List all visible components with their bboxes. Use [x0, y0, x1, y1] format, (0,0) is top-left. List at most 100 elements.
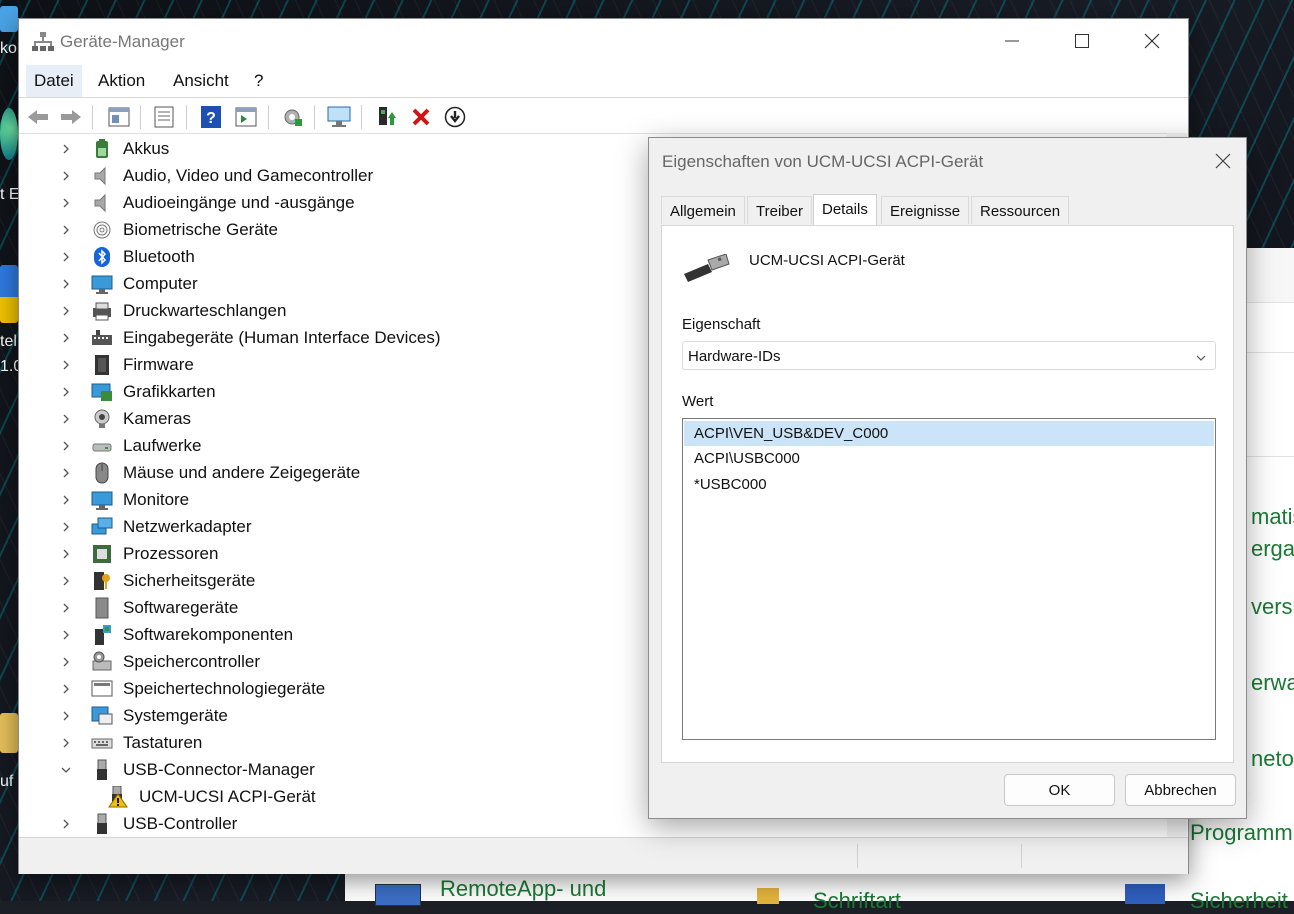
chevron-right-icon[interactable] [59, 601, 73, 615]
chevron-right-icon[interactable] [59, 547, 73, 561]
menu-aktion[interactable]: Aktion [90, 65, 153, 97]
chevron-down-icon[interactable] [59, 763, 73, 777]
tree-category-item[interactable]: Laufwerke [19, 432, 201, 459]
chevron-right-icon[interactable] [59, 817, 73, 831]
control-panel-link[interactable]: netop [1251, 746, 1294, 772]
control-panel-link[interactable]: matis [1251, 504, 1294, 530]
tree-category-item[interactable]: Grafikkarten [19, 378, 216, 405]
control-panel-link[interactable]: RemoteApp- und [440, 876, 606, 902]
edge-icon[interactable] [0, 108, 18, 160]
control-panel-link[interactable]: Schriftart [813, 888, 901, 914]
value-list-item[interactable]: ACPI\USBC000 [684, 446, 1214, 471]
disable-device-icon[interactable] [443, 105, 467, 129]
tree-category-item[interactable]: Audioeingänge und -ausgänge [19, 189, 355, 216]
cancel-button[interactable]: Abbrechen [1125, 774, 1236, 806]
chevron-right-icon[interactable] [59, 655, 73, 669]
control-panel-link[interactable]: erga [1251, 536, 1294, 562]
tab-ereignisse[interactable]: Ereignisse [881, 196, 970, 224]
tab-allgemein[interactable]: Allgemein [661, 196, 745, 224]
control-panel-link[interactable]: Sicherheit [1190, 888, 1288, 914]
installer-icon[interactable] [0, 265, 18, 323]
tree-category-item[interactable]: Speichercontroller [19, 648, 260, 675]
tab-details[interactable]: Details [813, 194, 877, 225]
update-driver-icon[interactable] [280, 105, 304, 129]
chevron-right-icon[interactable] [59, 628, 73, 642]
scan-hardware-icon[interactable] [327, 105, 351, 129]
tree-category-item[interactable]: Tastaturen [19, 729, 202, 756]
security-flag-icon [1125, 884, 1165, 904]
tree-category-item[interactable]: Kameras [19, 405, 191, 432]
tree-category-item[interactable]: USB-Controller [19, 810, 237, 837]
forward-arrow-icon[interactable] [59, 105, 83, 129]
tree-category-item[interactable]: Systemgeräte [19, 702, 228, 729]
tree-category-item[interactable]: Computer [19, 270, 198, 297]
action-pane-icon[interactable] [234, 105, 258, 129]
tree-category-item[interactable]: Monitore [19, 486, 189, 513]
properties-icon[interactable] [152, 105, 176, 129]
control-panel-link[interactable]: erwa [1251, 670, 1294, 696]
chevron-right-icon[interactable] [59, 385, 73, 399]
chevron-right-icon[interactable] [59, 412, 73, 426]
chevron-right-icon[interactable] [59, 223, 73, 237]
tree-category-item[interactable]: Akkus [19, 135, 169, 162]
desktop-shortcut-icon[interactable] [0, 6, 18, 32]
tree-child-item[interactable]: UCM-UCSI ACPI-Gerät [19, 783, 316, 810]
folder-icon[interactable] [0, 713, 18, 753]
tree-category-item[interactable]: Biometrische Geräte [19, 216, 278, 243]
tab-treiber[interactable]: Treiber [747, 196, 812, 224]
tree-category-item[interactable]: Eingabegeräte (Human Interface Devices) [19, 324, 441, 351]
tree-category-item[interactable]: Speichertechnologiegeräte [19, 675, 325, 702]
chevron-right-icon[interactable] [59, 682, 73, 696]
property-select[interactable]: Hardware-IDs [682, 341, 1216, 370]
tree-category-item[interactable]: Netzwerkadapter [19, 513, 252, 540]
chevron-right-icon[interactable] [59, 196, 73, 210]
tree-category-item[interactable]: Softwarekomponenten [19, 621, 293, 648]
menu-datei[interactable]: Datei [26, 65, 82, 97]
value-list[interactable]: ACPI\VEN_USB&DEV_C000 ACPI\USBC000 *USBC… [682, 418, 1216, 740]
chevron-right-icon[interactable] [59, 277, 73, 291]
tree-category-item[interactable]: Prozessoren [19, 540, 218, 567]
ok-button[interactable]: OK [1004, 774, 1115, 806]
tree-category-item[interactable]: USB-Connector-Manager [19, 756, 315, 783]
chevron-right-icon[interactable] [59, 493, 73, 507]
desktop-icon-label[interactable]: uf [0, 773, 13, 791]
add-driver-icon[interactable] [375, 105, 399, 129]
tree-category-item[interactable]: Softwaregeräte [19, 594, 238, 621]
show-hide-console-tree-icon[interactable] [107, 105, 131, 129]
desktop-icon-label[interactable]: tel [0, 333, 17, 351]
tree-category-item[interactable]: Audio, Video und Gamecontroller [19, 162, 373, 189]
tree-category-item[interactable]: Sicherheitsgeräte [19, 567, 255, 594]
chevron-right-icon[interactable] [59, 709, 73, 723]
chevron-right-icon[interactable] [59, 466, 73, 480]
close-button[interactable] [1117, 19, 1187, 63]
control-panel-link[interactable]: versi [1251, 594, 1294, 620]
chevron-right-icon[interactable] [59, 331, 73, 345]
chevron-right-icon[interactable] [59, 358, 73, 372]
chevron-right-icon[interactable] [59, 250, 73, 264]
tree-category-item[interactable]: Druckwarteschlangen [19, 297, 286, 324]
desktop-icon-label[interactable]: t E [0, 186, 20, 204]
control-panel-link[interactable]: Programm [1190, 820, 1293, 846]
chevron-right-icon[interactable] [59, 142, 73, 156]
chevron-right-icon[interactable] [59, 304, 73, 318]
help-icon[interactable]: ? [199, 105, 223, 129]
maximize-button[interactable] [1047, 19, 1117, 63]
chevron-right-icon[interactable] [59, 736, 73, 750]
value-list-item[interactable]: *USBC000 [684, 472, 1214, 497]
uninstall-device-icon[interactable] [409, 105, 433, 129]
value-list-item[interactable]: ACPI\VEN_USB&DEV_C000 [684, 421, 1214, 446]
title-bar[interactable]: Geräte-Manager [19, 19, 1188, 63]
chevron-right-icon[interactable] [59, 169, 73, 183]
tree-category-item[interactable]: Mäuse und andere Zeigegeräte [19, 459, 360, 486]
chevron-right-icon[interactable] [59, 574, 73, 588]
dialog-close-button[interactable] [1208, 146, 1238, 176]
chevron-right-icon[interactable] [59, 520, 73, 534]
menu-ansicht[interactable]: Ansicht [165, 65, 237, 97]
tree-category-item[interactable]: Bluetooth [19, 243, 195, 270]
menu-help[interactable]: ? [246, 65, 271, 97]
back-arrow-icon[interactable] [26, 105, 50, 129]
tree-category-item[interactable]: Firmware [19, 351, 194, 378]
chevron-right-icon[interactable] [59, 439, 73, 453]
minimize-button[interactable] [977, 19, 1047, 63]
tab-ressourcen[interactable]: Ressourcen [971, 196, 1070, 224]
